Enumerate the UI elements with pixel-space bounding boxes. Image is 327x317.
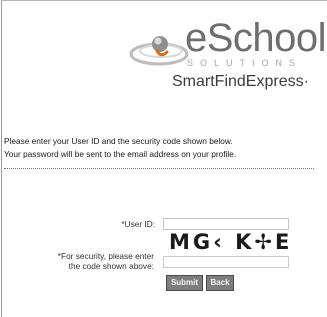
logo-swoosh-icon	[129, 36, 189, 66]
security-code-label-line-2: the code shown above:	[68, 261, 154, 271]
product-name: SmartFindExpress·	[172, 73, 309, 90]
security-code-label-line-1: *For security, please enter	[57, 251, 154, 261]
security-code-input[interactable]	[163, 256, 289, 268]
submit-button[interactable]: Submit	[166, 275, 203, 291]
user-id-input[interactable]	[163, 218, 289, 230]
back-button[interactable]: Back	[206, 275, 234, 291]
eschool-logo: eSchool SOLUTIONS SmartFindExpress·	[128, 10, 327, 90]
instructions: Please enter your User ID and the securi…	[4, 135, 326, 161]
captcha-code: MG‹ K✢E	[169, 230, 293, 254]
divider	[4, 168, 314, 169]
security-code-label: *For security, please enter the code sho…	[20, 251, 154, 271]
logo-wordmark: eSchool	[185, 16, 327, 60]
logo-subtitle: SOLUTIONS	[187, 58, 303, 68]
instructions-line-1: Please enter your User ID and the securi…	[4, 136, 233, 146]
user-id-label: *User ID:	[121, 219, 155, 229]
instructions-line-2: Your password will be sent to the email …	[4, 149, 237, 159]
captcha-image: MG‹ K✢E	[167, 230, 327, 254]
